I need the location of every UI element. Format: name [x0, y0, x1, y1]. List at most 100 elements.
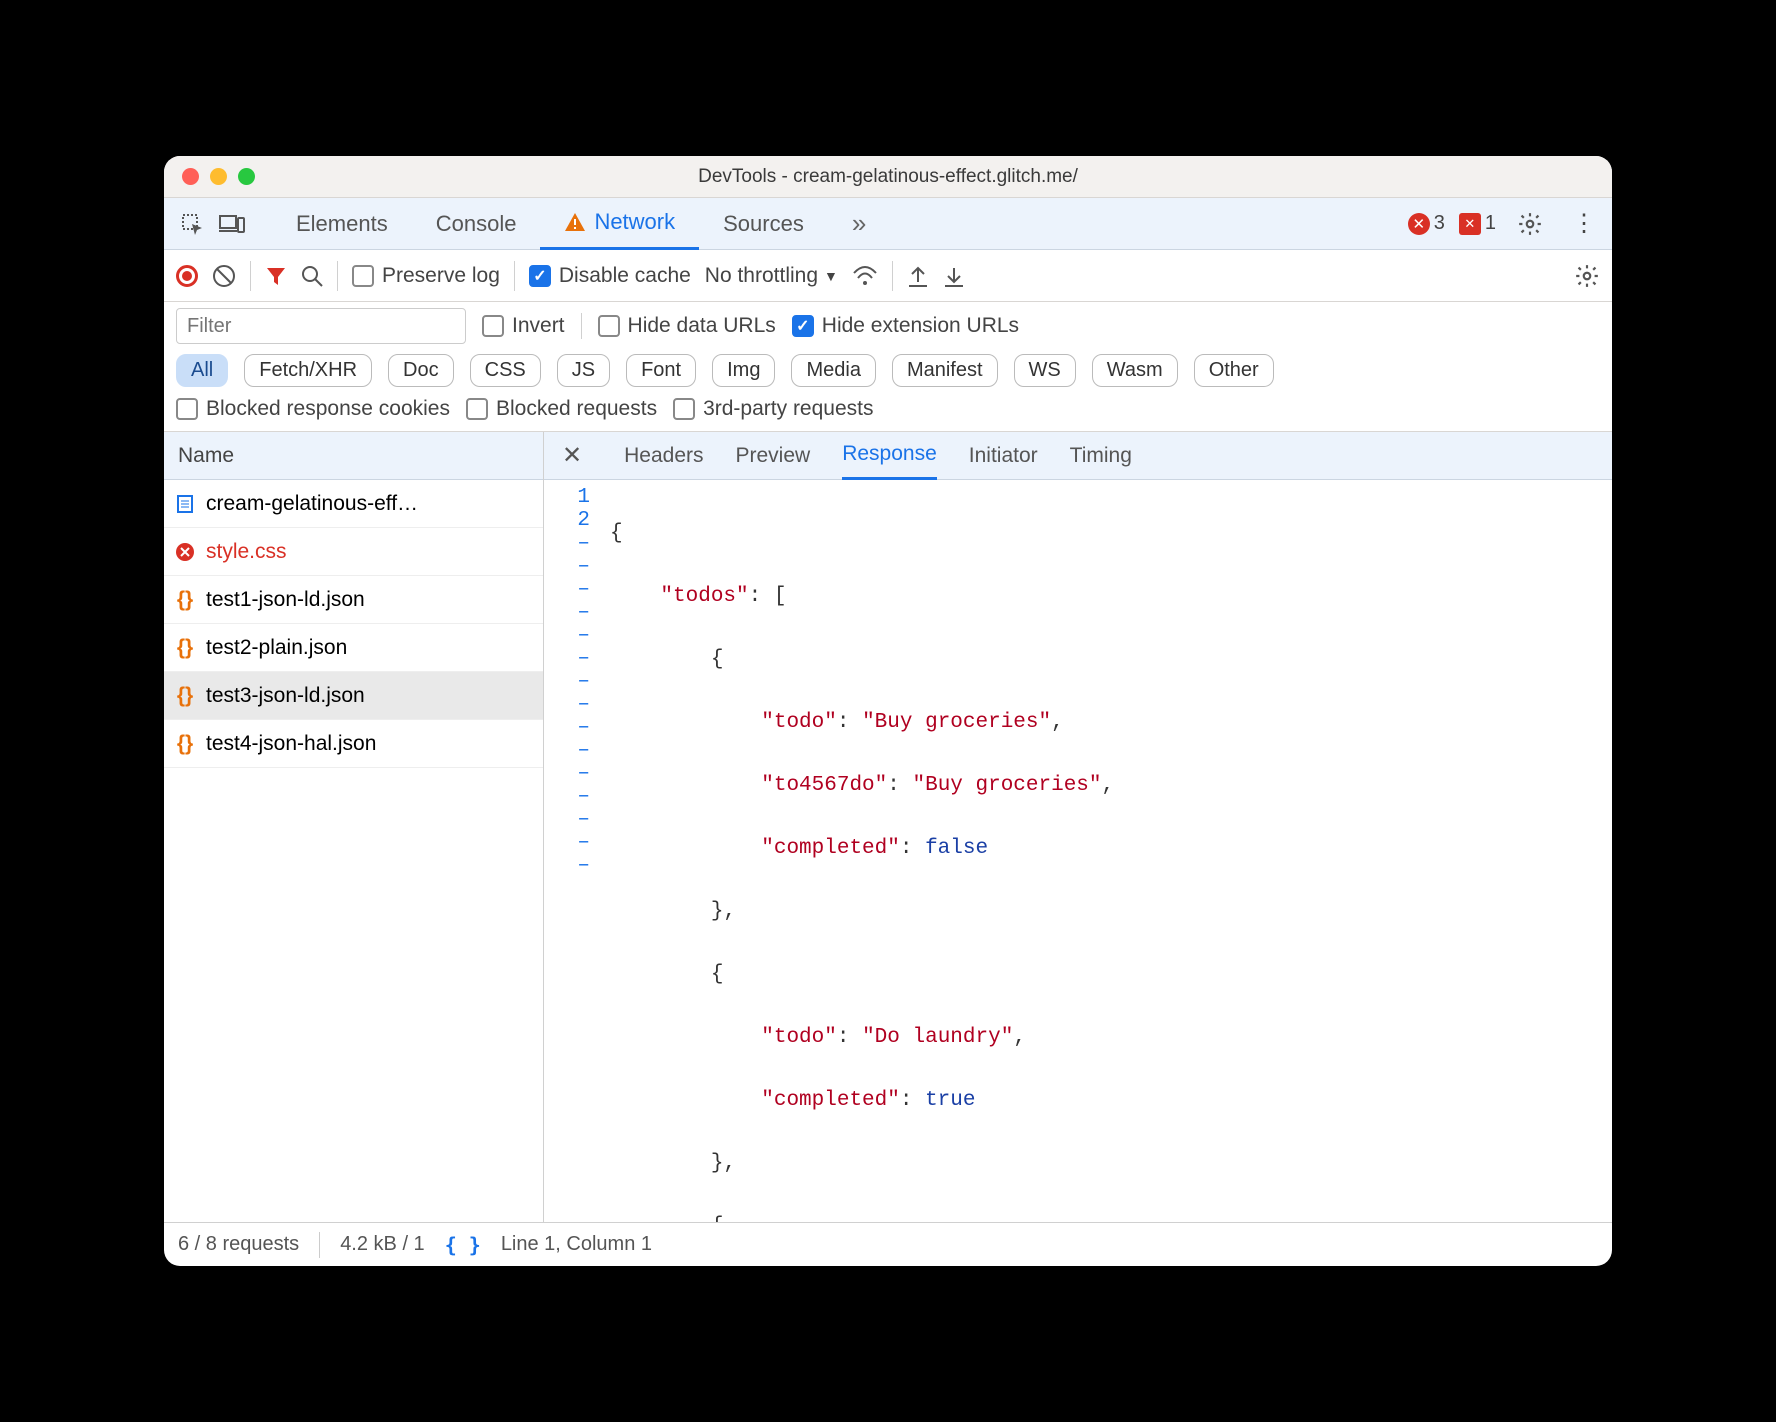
throttling-label: No throttling [705, 264, 818, 288]
blocked-cookies-checkbox[interactable]: Blocked response cookies [176, 397, 450, 421]
pill-other[interactable]: Other [1194, 354, 1274, 387]
request-list: Name cream-gelatinous-eff… style.css {} … [164, 432, 544, 1222]
pill-fetch-xhr[interactable]: Fetch/XHR [244, 354, 372, 387]
format-icon[interactable]: { } [445, 1233, 481, 1257]
response-body[interactable]: 12––––––––––––––– { "todos": [ { "todo":… [544, 480, 1612, 1222]
pill-font[interactable]: Font [626, 354, 696, 387]
error-count-value: 3 [1434, 212, 1445, 235]
filter-input[interactable] [176, 308, 466, 344]
download-har-icon[interactable] [943, 264, 965, 288]
warning-icon [564, 212, 586, 232]
traffic-lights [164, 168, 255, 185]
more-tabs-button[interactable]: » [828, 198, 890, 250]
dtab-initiator[interactable]: Initiator [969, 432, 1038, 480]
json-icon: {} [174, 733, 196, 755]
tab-elements[interactable]: Elements [272, 198, 412, 250]
panel-tabstrip: Elements Console Network Sources » ✕ 3 ✕… [164, 198, 1612, 250]
request-row[interactable]: {} test3-json-ld.json [164, 672, 543, 720]
json-icon: {} [174, 637, 196, 659]
pill-manifest[interactable]: Manifest [892, 354, 998, 387]
request-name: style.css [206, 540, 287, 564]
tab-console[interactable]: Console [412, 198, 541, 250]
error-icon [174, 541, 196, 563]
issue-count-value: 1 [1485, 212, 1496, 235]
pill-wasm[interactable]: Wasm [1092, 354, 1178, 387]
pill-ws[interactable]: WS [1014, 354, 1076, 387]
request-list-header[interactable]: Name [164, 432, 543, 480]
request-row[interactable]: {} test2-plain.json [164, 624, 543, 672]
code-lines: { "todos": [ { "todo": "Buy groceries", … [604, 486, 1612, 1222]
dtab-response[interactable]: Response [842, 432, 937, 480]
request-name: cream-gelatinous-eff… [206, 492, 418, 516]
more-menu-icon[interactable]: ⋮ [1564, 204, 1604, 244]
window-title: DevTools - cream-gelatinous-effect.glitc… [164, 166, 1612, 188]
titlebar: DevTools - cream-gelatinous-effect.glitc… [164, 156, 1612, 198]
preserve-log-checkbox[interactable]: Preserve log [352, 264, 500, 288]
dtab-headers[interactable]: Headers [624, 432, 703, 480]
chevron-down-icon: ▼ [824, 268, 838, 284]
settings-icon[interactable] [1510, 204, 1550, 244]
tabstrip-right: ✕ 3 ✕ 1 ⋮ [1408, 204, 1604, 244]
issue-count[interactable]: ✕ 1 [1459, 212, 1496, 235]
main-split: Name cream-gelatinous-eff… style.css {} … [164, 432, 1612, 1222]
cursor-position: Line 1, Column 1 [501, 1233, 652, 1256]
record-button[interactable] [176, 265, 198, 287]
transfer-size: 4.2 kB / 1 [340, 1233, 425, 1256]
minimize-window-button[interactable] [210, 168, 227, 185]
error-icon: ✕ [1408, 213, 1430, 235]
filter-bar: Invert Hide data URLs Hide extension URL… [164, 302, 1612, 432]
request-row[interactable]: cream-gelatinous-eff… [164, 480, 543, 528]
checkbox-checked-icon [529, 265, 551, 287]
disable-cache-checkbox[interactable]: Disable cache [529, 264, 691, 288]
pill-js[interactable]: JS [557, 354, 610, 387]
status-bar: 6 / 8 requests 4.2 kB / 1 { } Line 1, Co… [164, 1222, 1612, 1266]
upload-har-icon[interactable] [907, 264, 929, 288]
pill-all[interactable]: All [176, 354, 228, 387]
request-row[interactable]: {} test1-json-ld.json [164, 576, 543, 624]
detail-tabs: ✕ Headers Preview Response Initiator Tim… [544, 432, 1612, 480]
blocked-requests-checkbox[interactable]: Blocked requests [466, 397, 657, 421]
detail-pane: ✕ Headers Preview Response Initiator Tim… [544, 432, 1612, 1222]
tab-network-label: Network [594, 209, 675, 235]
document-icon [174, 493, 196, 515]
json-icon: {} [174, 685, 196, 707]
maximize-window-button[interactable] [238, 168, 255, 185]
throttling-dropdown[interactable]: No throttling ▼ [705, 264, 838, 288]
network-conditions-icon[interactable] [852, 265, 878, 287]
request-name: test4-json-hal.json [206, 732, 376, 756]
request-name: test1-json-ld.json [206, 588, 365, 612]
pill-doc[interactable]: Doc [388, 354, 454, 387]
hide-data-urls-checkbox[interactable]: Hide data URLs [598, 314, 776, 338]
filter-toggle-icon[interactable] [265, 265, 287, 287]
close-detail-button[interactable]: ✕ [562, 441, 582, 470]
request-name: test2-plain.json [206, 636, 347, 660]
pill-media[interactable]: Media [791, 354, 875, 387]
error-count[interactable]: ✕ 3 [1408, 212, 1445, 235]
issue-icon: ✕ [1459, 213, 1481, 235]
pill-img[interactable]: Img [712, 354, 775, 387]
inspect-icon[interactable] [172, 204, 212, 244]
request-count: 6 / 8 requests [178, 1233, 299, 1256]
device-toolbar-icon[interactable] [212, 204, 252, 244]
tab-sources[interactable]: Sources [699, 198, 828, 250]
json-icon: {} [174, 589, 196, 611]
tab-network[interactable]: Network [540, 198, 699, 250]
third-party-checkbox[interactable]: 3rd-party requests [673, 397, 873, 421]
pill-css[interactable]: CSS [470, 354, 541, 387]
checkbox-icon [352, 265, 374, 287]
request-row[interactable]: {} test4-json-hal.json [164, 720, 543, 768]
network-settings-icon[interactable] [1574, 263, 1600, 289]
invert-checkbox[interactable]: Invert [482, 314, 565, 338]
line-gutter: 12––––––––––––––– [544, 486, 604, 1222]
disable-cache-label: Disable cache [559, 264, 691, 288]
search-icon[interactable] [301, 265, 323, 287]
request-row[interactable]: style.css [164, 528, 543, 576]
clear-button[interactable] [212, 264, 236, 288]
hide-extension-urls-checkbox[interactable]: Hide extension URLs [792, 314, 1019, 338]
close-window-button[interactable] [182, 168, 199, 185]
dtab-timing[interactable]: Timing [1070, 432, 1132, 480]
preserve-log-label: Preserve log [382, 264, 500, 288]
request-name: test3-json-ld.json [206, 684, 365, 708]
dtab-preview[interactable]: Preview [736, 432, 811, 480]
network-toolbar: Preserve log Disable cache No throttling… [164, 250, 1612, 302]
